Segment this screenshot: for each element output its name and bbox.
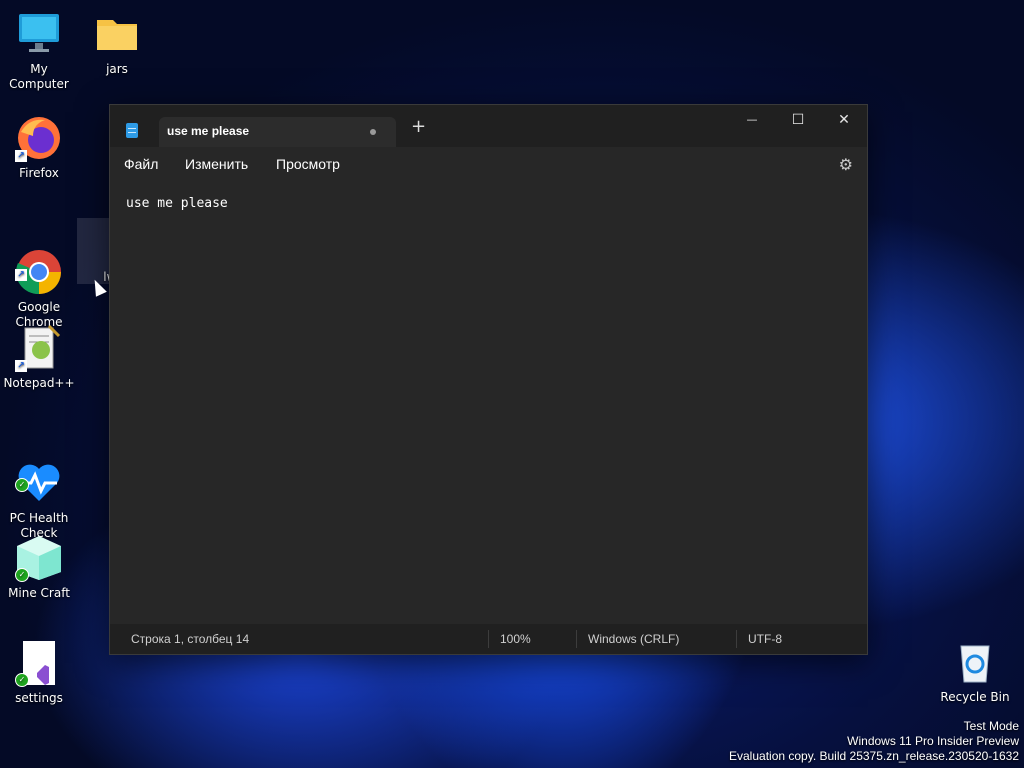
desktop-icon-chrome[interactable]: ↗ Google Chrome bbox=[0, 218, 79, 330]
status-divider bbox=[576, 630, 577, 648]
watermark-build: Evaluation copy. Build 25375.zn_release.… bbox=[729, 749, 1019, 763]
tab-document[interactable]: use me please bbox=[126, 117, 396, 147]
maximize-button[interactable]: ☐ bbox=[775, 105, 821, 135]
desktop-icon-label: Notepad++ bbox=[3, 376, 75, 390]
text-editor[interactable]: use me please bbox=[110, 183, 867, 625]
file-vs-icon: ✓ bbox=[15, 639, 63, 687]
notepadplusplus-icon: ↗ bbox=[15, 324, 63, 372]
desktop-icon-label: Firefox bbox=[19, 166, 59, 180]
desktop-icon-notepadplusplus[interactable]: ↗ Notepad++ bbox=[0, 324, 79, 391]
recycle-bin-icon bbox=[951, 638, 999, 686]
new-tab-button[interactable]: + bbox=[411, 118, 426, 136]
desktop-icon-recycle-bin[interactable]: Recycle Bin bbox=[935, 638, 1015, 705]
status-divider bbox=[488, 630, 489, 648]
notepad-window[interactable]: use me please + — ☐ ✕ Файл Изменить Прос… bbox=[109, 104, 868, 655]
desktop-icon-mine-craft[interactable]: ✓ Mine Craft bbox=[0, 534, 79, 601]
zoom-level: 100% bbox=[500, 632, 531, 646]
cube-icon: ✓ bbox=[15, 534, 63, 582]
unsaved-indicator-icon[interactable] bbox=[370, 129, 376, 135]
desktop-icon-jars[interactable]: jars bbox=[77, 10, 157, 77]
sync-check-icon: ✓ bbox=[15, 673, 29, 687]
watermark-edition: Windows 11 Pro Insider Preview bbox=[847, 734, 1019, 748]
close-button[interactable]: ✕ bbox=[821, 105, 867, 135]
desktop-icon-label: My Computer bbox=[9, 62, 69, 91]
desktop-icon-label: jars bbox=[106, 62, 128, 76]
status-divider bbox=[736, 630, 737, 648]
status-bar: Строка 1, столбец 14 100% Windows (CRLF)… bbox=[110, 624, 867, 654]
watermark-test-mode: Test Mode bbox=[963, 719, 1019, 733]
menu-view[interactable]: Просмотр bbox=[276, 156, 340, 172]
heart-pulse-icon: ✓ bbox=[15, 444, 63, 501]
firefox-icon: ↗ bbox=[15, 114, 63, 162]
desktop-icon-my-computer[interactable]: My Computer bbox=[0, 10, 79, 92]
menu-edit[interactable]: Изменить bbox=[185, 156, 248, 172]
shortcut-arrow-icon: ↗ bbox=[15, 150, 27, 162]
shortcut-arrow-icon: ↗ bbox=[15, 360, 27, 372]
line-endings: Windows (CRLF) bbox=[588, 632, 680, 646]
monitor-icon bbox=[15, 10, 63, 58]
title-bar[interactable]: use me please + — ☐ ✕ bbox=[110, 105, 867, 147]
tab-title: use me please bbox=[167, 124, 250, 138]
editor-content[interactable]: use me please bbox=[126, 196, 228, 211]
chrome-icon: ↗ bbox=[15, 233, 63, 295]
desktop-icon-pc-health-check[interactable]: ✓ PC Health Check bbox=[0, 429, 79, 541]
menu-file[interactable]: Файл bbox=[124, 156, 158, 172]
gear-icon[interactable]: ⚙ bbox=[839, 155, 853, 175]
menu-bar: Файл Изменить Просмотр ⚙ bbox=[110, 147, 867, 183]
desktop-icon-label: Mine Craft bbox=[8, 586, 70, 600]
notepad-icon bbox=[126, 123, 138, 138]
folder-icon bbox=[93, 10, 141, 58]
sync-check-icon: ✓ bbox=[15, 478, 29, 492]
windows-watermark: Test Mode Windows 11 Pro Insider Preview… bbox=[729, 719, 1019, 764]
desktop-icon-settings[interactable]: ✓ settings bbox=[0, 639, 79, 706]
shortcut-arrow-icon: ↗ bbox=[15, 269, 27, 281]
minimize-button[interactable]: — bbox=[729, 105, 775, 135]
cursor-position: Строка 1, столбец 14 bbox=[131, 632, 250, 646]
desktop-icon-label: Recycle Bin bbox=[940, 690, 1010, 704]
desktop-icon-label: settings bbox=[15, 691, 63, 705]
desktop-icon-firefox[interactable]: ↗ Firefox bbox=[0, 114, 79, 181]
encoding: UTF-8 bbox=[748, 632, 782, 646]
sync-check-icon: ✓ bbox=[15, 568, 29, 582]
